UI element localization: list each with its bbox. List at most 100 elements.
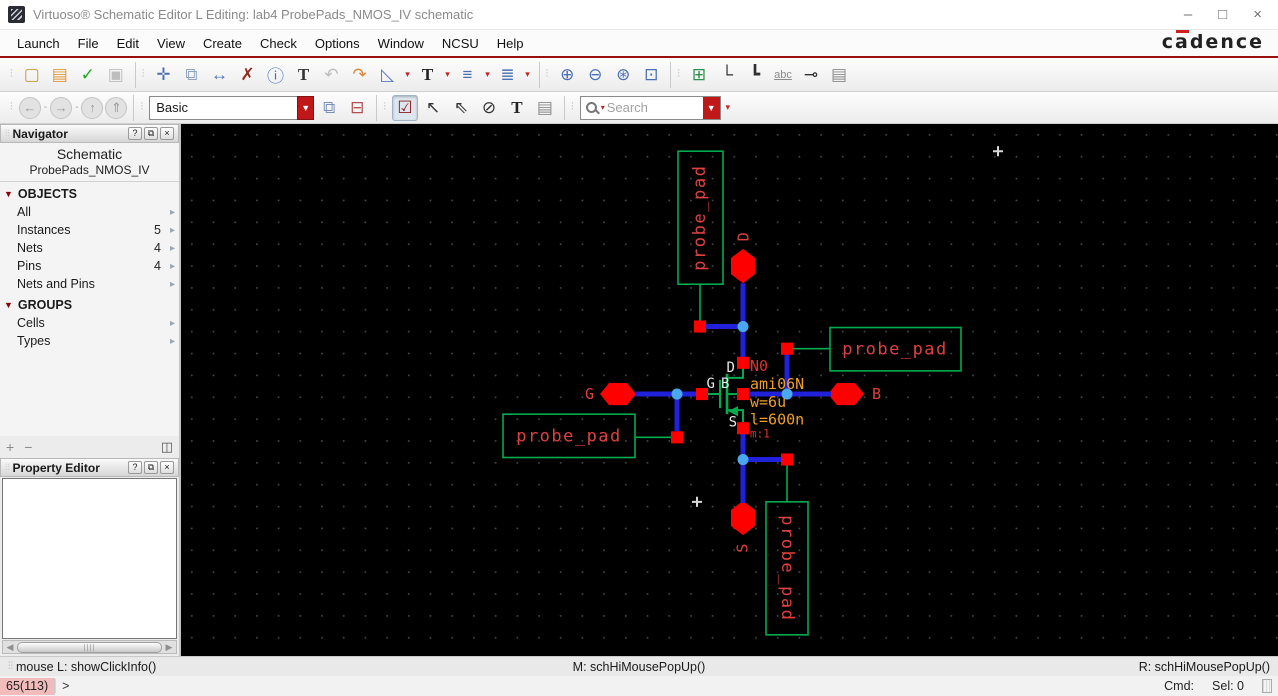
close-button[interactable]: × (1253, 7, 1262, 22)
navigator-help-button[interactable]: ? (128, 127, 142, 140)
zoom-area-button[interactable]: ⊡ (638, 62, 664, 88)
chevron-right-icon[interactable]: ▸ (161, 207, 175, 218)
chevron-right-icon[interactable]: ▸ (161, 225, 175, 236)
workspace-combobox[interactable]: Basic ▼ (149, 95, 315, 120)
edit-labels-button[interactable]: T (291, 62, 317, 88)
create-wire-button[interactable]: └ (714, 62, 740, 88)
mode-full-select-button[interactable]: ☑ (391, 94, 418, 121)
navigator-close-button[interactable]: × (160, 127, 174, 140)
pin-S[interactable]: S (731, 500, 755, 553)
workspace-dropdown-icon[interactable]: ▼ (297, 95, 315, 120)
open-file-button[interactable]: ▤ (47, 62, 73, 88)
zoom-out-button[interactable]: ⊖ (582, 62, 608, 88)
menu-ncsu[interactable]: NCSU (433, 33, 488, 54)
zoom-fit-button[interactable]: ⊛ (610, 62, 636, 88)
workspace-value[interactable]: Basic (149, 95, 298, 120)
create-instance-button[interactable]: ⊞ (686, 62, 712, 88)
panel-grip[interactable]: ⫶⫶ (5, 462, 10, 473)
query-properties-button[interactable]: ⓘ (263, 62, 289, 88)
stretch-button[interactable]: ↔ (207, 62, 233, 88)
property-editor-hscrollbar[interactable]: ◀ |||| ▶ (2, 640, 177, 654)
scroll-right-icon[interactable]: ▶ (162, 641, 176, 653)
save-button[interactable]: ✓ (75, 62, 101, 88)
delete-button[interactable]: ✗ (235, 62, 261, 88)
scrollbar-thumb[interactable]: |||| (17, 641, 162, 653)
search-input[interactable] (606, 100, 703, 115)
revert-workspace-button[interactable]: ⊟ (344, 95, 370, 121)
mode-query-button[interactable]: ▤ (532, 95, 558, 121)
history-counter[interactable]: 65(113) (0, 677, 56, 695)
menu-view[interactable]: View (148, 33, 194, 54)
menu-file[interactable]: File (69, 33, 108, 54)
save-workspace-button[interactable]: ⧉ (316, 95, 342, 121)
pin-B[interactable]: B (828, 382, 881, 406)
cli-prompt[interactable]: > (55, 679, 75, 693)
zoom-in-button[interactable]: ⊕ (554, 62, 580, 88)
navigator-float-button[interactable]: ⧉ (144, 127, 158, 140)
property-editor-close-button[interactable]: × (160, 461, 174, 474)
create-label-button[interactable]: abc (770, 62, 796, 88)
redo-button[interactable]: ↷ (347, 62, 373, 88)
mode-text-select-button[interactable]: T (504, 95, 530, 121)
navigator-item-nets-and-pins[interactable]: Nets and Pins ▸ (0, 275, 179, 293)
align-dropdown-icon[interactable]: ▾ (483, 69, 493, 80)
pin-D[interactable]: D (731, 232, 755, 284)
probe-pad-label: probe_pad (516, 426, 622, 446)
navigator-section-groups[interactable]: ▼ GROUPS (0, 293, 179, 314)
menu-create[interactable]: Create (194, 33, 251, 54)
rotate-dropdown-icon[interactable]: ▾ (403, 69, 413, 80)
chevron-right-icon[interactable]: ▸ (161, 243, 175, 254)
chevron-right-icon[interactable]: ▸ (161, 318, 175, 329)
distribute-dropdown-icon[interactable]: ▾ (523, 69, 533, 80)
chevron-right-icon[interactable]: ▸ (161, 336, 175, 347)
navigator-section-objects[interactable]: ▼ OBJECTS (0, 182, 179, 203)
mouse-right-binding: R: schHiMousePopUp() (1138, 659, 1270, 674)
text-orientation-dropdown-icon[interactable]: ▾ (443, 69, 453, 80)
navigator-item-types[interactable]: Types ▸ (0, 332, 179, 350)
align-button[interactable]: ≡ (455, 62, 481, 88)
menu-launch[interactable]: Launch (8, 33, 69, 54)
scroll-left-icon[interactable]: ◀ (3, 641, 17, 653)
mode-deselect-button[interactable]: ⊘ (476, 95, 502, 121)
property-editor-help-button[interactable]: ? (128, 461, 142, 474)
panel-grip[interactable]: ⫶⫶ (5, 128, 10, 139)
create-wide-wire-button[interactable]: ┗ (742, 62, 768, 88)
remove-button[interactable]: − (24, 439, 32, 455)
top-hierarchy-button[interactable]: ⇑ (105, 96, 128, 119)
search-go-icon[interactable]: ▼ (702, 96, 720, 119)
mode-single-select-button[interactable]: ⇖ (448, 95, 474, 121)
menu-check[interactable]: Check (251, 33, 306, 54)
maximize-button[interactable]: □ (1218, 7, 1227, 22)
up-hierarchy-button[interactable]: ↑ (81, 96, 104, 119)
distribute-button[interactable]: ≣ (495, 62, 521, 88)
pin-G[interactable]: G (585, 382, 636, 406)
chevron-right-icon[interactable]: ▸ (161, 261, 175, 272)
menu-help[interactable]: Help (488, 33, 533, 54)
navigator-item-cells[interactable]: Cells ▸ (0, 314, 179, 332)
new-file-button[interactable]: ▢ (19, 62, 45, 88)
move-button[interactable]: ✛ (151, 62, 177, 88)
navigator-item-all[interactable]: All ▸ (0, 203, 179, 221)
object-properties-button[interactable]: ▤ (826, 62, 852, 88)
property-editor-float-button[interactable]: ⧉ (144, 461, 158, 474)
rotate-button[interactable]: ◺ (375, 62, 401, 88)
schematic-canvas[interactable]: probe_pad D G B S D G B S N0 ami06N w=6u… (181, 124, 1278, 656)
menu-options[interactable]: Options (306, 33, 369, 54)
add-button[interactable]: + (6, 439, 14, 455)
search-options-dropdown-icon[interactable]: ▾ (723, 102, 733, 113)
text-orientation-button[interactable]: T (415, 62, 441, 88)
menu-window[interactable]: Window (369, 33, 433, 54)
resize-grip[interactable] (1262, 679, 1272, 693)
copy-button[interactable]: ⧉ (179, 62, 205, 88)
minimize-button[interactable]: – (1184, 7, 1192, 22)
navigator-item-instances[interactable]: Instances 5 ▸ (0, 221, 179, 239)
mode-partial-select-button[interactable]: ↖ (420, 95, 446, 121)
chevron-right-icon[interactable]: ▸ (161, 279, 175, 290)
navigator-item-nets[interactable]: Nets 4 ▸ (0, 239, 179, 257)
menu-edit[interactable]: Edit (108, 33, 148, 54)
search-scope-dropdown-icon[interactable]: ▾ (599, 103, 607, 112)
property-editor-body[interactable] (2, 478, 177, 639)
create-pin-button[interactable]: ⊸ (798, 62, 824, 88)
columns-icon[interactable]: ◫ (161, 439, 173, 455)
navigator-item-pins[interactable]: Pins 4 ▸ (0, 257, 179, 275)
